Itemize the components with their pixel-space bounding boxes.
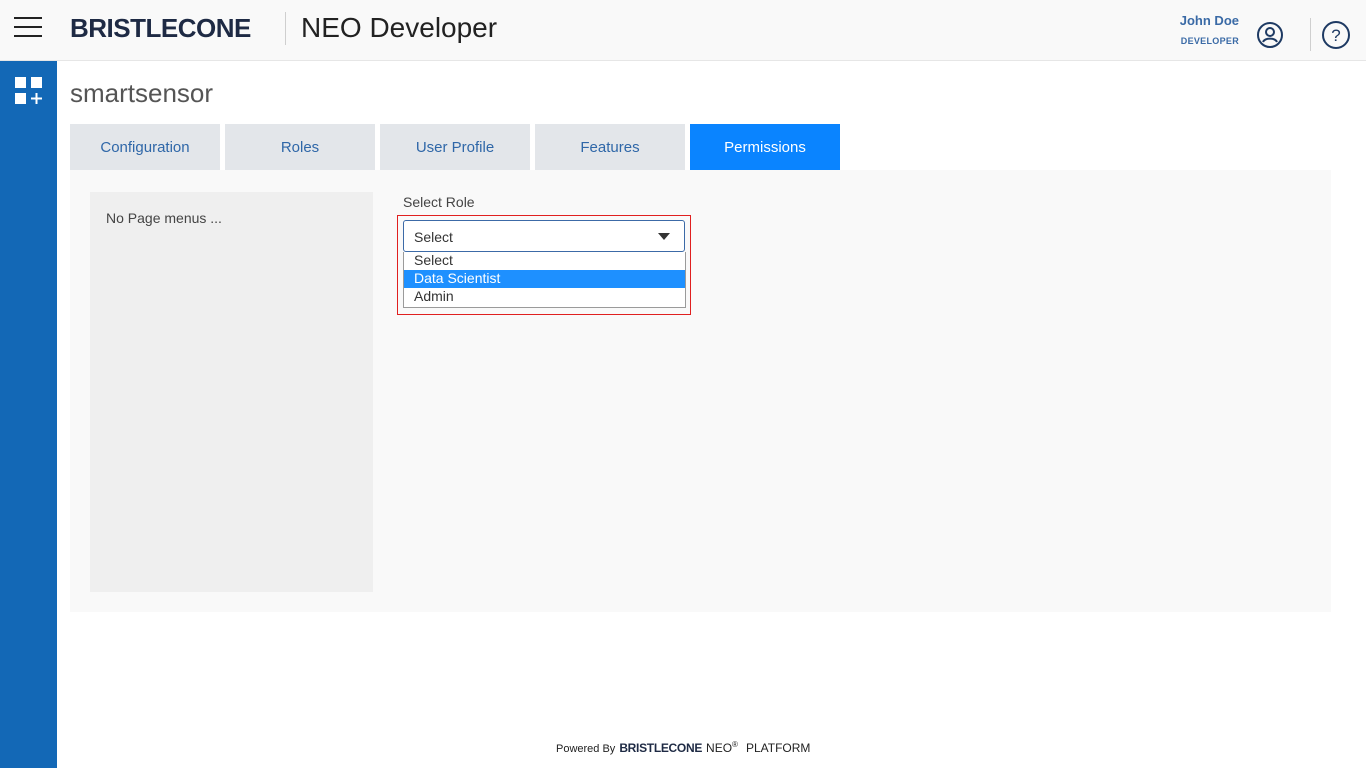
tab-label: Roles (280, 138, 320, 156)
app-header: BRISTLECONE NEO Developer John Doe DEVEL… (0, 0, 1366, 61)
tab-label: Permissions (724, 138, 806, 156)
page-menus-list (90, 192, 373, 592)
tab-permissions[interactable]: Permissions (690, 124, 840, 170)
footer-platform: PLATFORM (745, 741, 811, 755)
hamburger-icon[interactable] (14, 16, 42, 38)
tab-features[interactable]: Features (535, 124, 685, 170)
role-select-value: Select (414, 229, 453, 245)
user-circle-icon[interactable] (1256, 21, 1284, 49)
user-name: John Doe (1179, 13, 1239, 28)
role-option-data-scientist[interactable]: Data Scientist (404, 270, 685, 288)
role-options-list: Select Data Scientist Admin (403, 252, 686, 308)
tab-label: User Profile (415, 138, 495, 156)
page-title: smartsensor (70, 78, 214, 108)
header-divider (285, 12, 286, 45)
select-role-label: Select Role (403, 194, 475, 210)
sidebar (0, 61, 57, 768)
footer: Powered By BRISTLECONE NEO® PLATFORM (556, 740, 810, 755)
tab-label: Configuration (100, 138, 190, 156)
header-divider-right (1310, 18, 1311, 51)
tab-user-profile[interactable]: User Profile (380, 124, 530, 170)
tab-configuration[interactable]: Configuration (70, 124, 220, 170)
footer-powered-by: Powered By (556, 743, 616, 755)
grid-plus-icon[interactable] (14, 76, 44, 106)
caret-down-icon (658, 233, 670, 240)
page-menus-empty-text: No Page menus ... (106, 210, 222, 226)
footer-neo: NEO® (706, 740, 738, 755)
tab-roles[interactable]: Roles (225, 124, 375, 170)
svg-text:?: ? (1331, 26, 1340, 45)
footer-neo-text: NEO (706, 741, 733, 755)
app-title: NEO Developer (301, 12, 498, 43)
footer-brand: BRISTLECONE (619, 741, 703, 755)
brand-logo: BRISTLECONE (70, 13, 251, 44)
role-option-admin[interactable]: Admin (404, 288, 685, 306)
user-role: DEVELOPER (1180, 36, 1239, 46)
role-option-select[interactable]: Select (404, 252, 685, 270)
tab-label: Features (580, 138, 640, 156)
help-circle-icon[interactable]: ? (1321, 20, 1351, 50)
role-select[interactable]: Select (403, 220, 685, 252)
brand-logo-text: BRISTLECONE (70, 13, 251, 43)
footer-registered-mark: ® (732, 740, 738, 749)
